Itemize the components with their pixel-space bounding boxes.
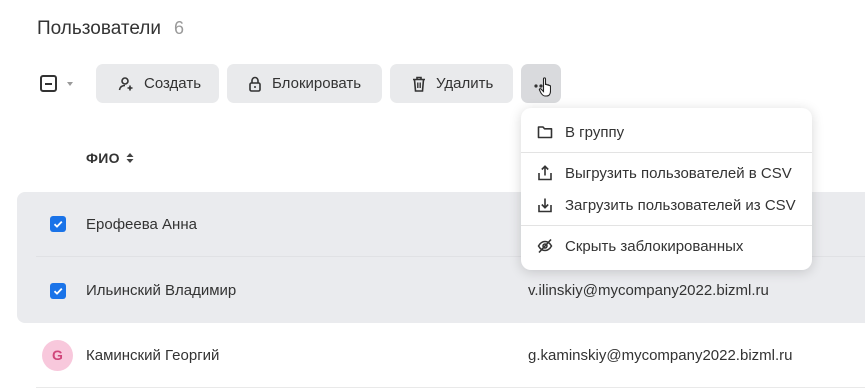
create-button[interactable]: Создать xyxy=(96,64,219,103)
user-name: Ильинский Владимир xyxy=(86,282,237,299)
column-header-fio-label: ФИО xyxy=(86,150,120,166)
delete-button[interactable]: Удалить xyxy=(390,64,513,103)
folder-icon xyxy=(537,126,553,139)
row-checkbox[interactable] xyxy=(50,216,66,232)
download-icon xyxy=(538,198,552,213)
checkmark-icon xyxy=(53,220,63,228)
bulk-select[interactable] xyxy=(40,64,73,103)
user-name: Ерофеева Анна xyxy=(86,215,197,233)
users-count: 6 xyxy=(174,18,185,38)
user-email: g.kaminskiy@mycompany2022.bizml.ru xyxy=(528,346,793,364)
block-button-label: Блокировать xyxy=(272,75,362,92)
menu-divider xyxy=(521,225,812,226)
user-name: Каминский Георгий xyxy=(86,346,220,364)
avatar: G xyxy=(42,339,73,371)
lock-icon xyxy=(249,76,261,92)
more-actions-button[interactable] xyxy=(521,64,561,103)
upload-icon xyxy=(538,165,552,181)
add-user-icon xyxy=(118,76,133,90)
user-email: v.ilinskiy@mycompany2022.bizml.ru xyxy=(528,282,769,299)
menu-item-label: Выгрузить пользователей в CSV xyxy=(565,164,792,182)
more-dots-icon xyxy=(534,76,551,97)
trash-icon xyxy=(413,76,425,92)
more-actions-dropdown: В группу Выгрузить пользователей в CSV З… xyxy=(521,108,812,270)
menu-item-label: В группу xyxy=(565,123,625,141)
menu-item-import-csv[interactable]: Загрузить пользователей из CSV xyxy=(521,190,812,220)
block-button[interactable]: Блокировать xyxy=(227,64,382,103)
row-checkbox[interactable] xyxy=(50,282,66,299)
menu-item-label: Скрыть заблокированных xyxy=(565,237,744,255)
column-header-fio[interactable]: ФИО xyxy=(86,150,134,166)
page-title: Пользователи 6 xyxy=(37,18,184,40)
table-row[interactable]: G Каминский Георгий g.kaminskiy@mycompan… xyxy=(36,323,865,388)
sort-icon[interactable] xyxy=(126,153,134,163)
menu-item-label: Загрузить пользователей из CSV xyxy=(565,196,796,214)
select-all-checkbox[interactable] xyxy=(40,75,57,92)
checkmark-icon xyxy=(53,287,63,295)
select-dropdown-caret-icon[interactable] xyxy=(67,81,73,86)
menu-item-hide-blocked[interactable]: Скрыть заблокированных xyxy=(521,231,812,261)
menu-item-export-csv[interactable]: Выгрузить пользователей в CSV xyxy=(521,158,812,188)
page-title-text: Пользователи xyxy=(37,18,162,39)
eye-off-icon xyxy=(537,238,553,254)
menu-item-add-to-group[interactable]: В группу xyxy=(521,117,812,147)
delete-button-label: Удалить xyxy=(436,75,494,92)
create-button-label: Создать xyxy=(144,75,202,92)
menu-divider xyxy=(521,152,812,153)
